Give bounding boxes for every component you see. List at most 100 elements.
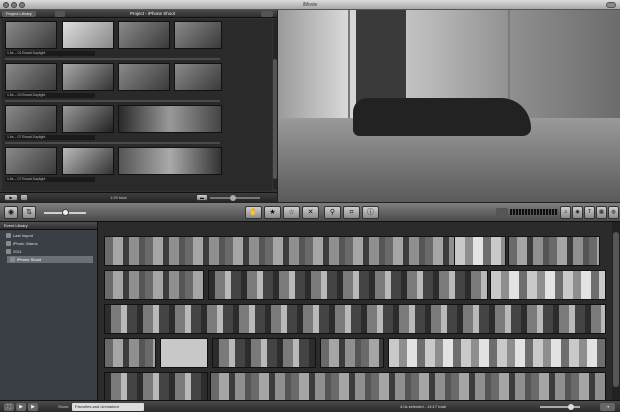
event-scroll-thumb[interactable] <box>613 232 619 387</box>
project-clip-thumbnail[interactable] <box>118 105 222 133</box>
clip-filmstrip[interactable] <box>212 338 316 368</box>
event-library-header: Event Library <box>0 222 97 230</box>
event-item-last-import[interactable]: Last Import <box>3 232 93 239</box>
swap-icon[interactable]: ⇅ <box>22 206 36 219</box>
project-total-duration: 1:29 total <box>110 195 127 200</box>
clip-divider <box>5 142 220 144</box>
iphoto-icon <box>6 241 11 246</box>
clip-duration-label: 1.6s – 07 Broad Daylight <box>5 177 95 182</box>
project-clip-row[interactable]: 1.6s – 03 Broad Daylight <box>2 63 272 105</box>
thumbnail-knob[interactable] <box>568 404 574 410</box>
clip-row[interactable] <box>98 338 612 368</box>
project-clip-thumbnail[interactable] <box>174 63 222 91</box>
clip-divider <box>5 58 220 60</box>
project-toggle-button[interactable] <box>261 11 273 17</box>
event-item-2011[interactable]: 2011 <box>3 248 93 255</box>
project-clip-thumbnail[interactable] <box>174 21 222 49</box>
hand-icon[interactable]: ✋ <box>245 206 262 219</box>
clip-size-knob[interactable] <box>62 209 69 216</box>
event-browser[interactable] <box>97 222 612 400</box>
project-pane: Project Library Project - iPhone Shoot 1… <box>0 10 277 202</box>
clip-duration-label: 1.6s – 01 Broad Daylight <box>5 51 95 56</box>
voiceover-icon[interactable] <box>496 208 508 217</box>
edit-tools: ✋ ★ ☆ ✕ ⚲ ⌗ ⓘ <box>245 206 379 219</box>
video-viewer[interactable] <box>278 10 620 202</box>
project-clip-thumbnail[interactable] <box>118 21 170 49</box>
clip-row[interactable] <box>98 270 612 300</box>
music-icon[interactable]: ♫ <box>560 206 571 219</box>
adjust-button[interactable]: ⇥ <box>600 403 615 411</box>
project-scrollbar[interactable] <box>273 19 277 189</box>
project-clip-thumbnail[interactable] <box>62 63 114 91</box>
project-clip-row[interactable]: 1.6s – 07 Broad Daylight <box>2 105 272 147</box>
fullscreen-icon[interactable] <box>606 2 616 8</box>
project-clip-thumbnail[interactable] <box>5 147 57 175</box>
project-storyboard[interactable]: 1.6s – 01 Broad Daylight 1.6s – 03 Broad… <box>2 19 272 191</box>
clip-filmstrip[interactable] <box>320 338 384 368</box>
event-item-iphone-shoot[interactable]: iPhone Shoot <box>7 256 93 263</box>
transition-icon[interactable]: ▦ <box>596 206 607 219</box>
clip-filmstrip[interactable] <box>490 270 606 300</box>
clip-filmstrip[interactable] <box>104 236 456 266</box>
clip-filmstrip[interactable] <box>104 372 208 400</box>
event-library: Event Library Last Import iPhoto Videos … <box>0 222 97 400</box>
reject-icon[interactable]: ✕ <box>302 206 319 219</box>
project-clip-row[interactable]: 1.6s – 01 Broad Daylight <box>2 21 272 63</box>
keyword-icon[interactable]: ⚲ <box>324 206 341 219</box>
clip-filmstrip[interactable] <box>160 338 208 368</box>
audio-waveform-icon[interactable]: ▬ <box>196 194 208 201</box>
project-clip-row[interactable]: 1.6s – 07 Broad Daylight <box>2 147 272 189</box>
title-bar: iMovie <box>0 0 620 10</box>
clip-filmstrip[interactable] <box>210 372 606 400</box>
crop-icon[interactable]: ⌗ <box>343 206 360 219</box>
clip-filmstrip[interactable] <box>104 304 606 334</box>
event-label: iPhone Shoot <box>17 257 42 262</box>
window-title: iMovie <box>302 2 318 8</box>
project-scroll-thumb[interactable] <box>273 59 277 179</box>
camera-icon[interactable]: ◉ <box>4 206 18 219</box>
project-clip-thumbnail[interactable] <box>118 147 222 175</box>
disclosure-icon[interactable] <box>6 249 11 254</box>
clip-filmstrip[interactable] <box>454 236 506 266</box>
project-clip-thumbnail[interactable] <box>5 21 57 49</box>
star-icon[interactable]: ★ <box>264 206 281 219</box>
photo-icon[interactable]: ◉ <box>572 206 583 219</box>
audio-level-meter <box>510 209 558 215</box>
info-icon[interactable]: ⓘ <box>362 206 379 219</box>
play-project-icon[interactable]: ▶ <box>4 194 18 201</box>
clip-filmstrip[interactable] <box>104 338 156 368</box>
clip-row[interactable] <box>98 236 612 266</box>
project-clip-thumbnail[interactable] <box>62 105 114 133</box>
clip-filmstrip[interactable] <box>388 338 606 368</box>
clip-filmstrip[interactable] <box>508 236 600 266</box>
project-clip-thumbnail[interactable] <box>62 147 114 175</box>
project-footer: ▶ ⛶ 1:29 total ▬ <box>0 192 277 202</box>
event-item-iphoto[interactable]: iPhoto Videos <box>3 240 93 247</box>
clip-duration-label: 1.6s – 07 Broad Daylight <box>5 135 95 140</box>
play-fullscreen-icon[interactable]: ⛶ <box>4 403 14 411</box>
clip-row[interactable] <box>98 372 612 400</box>
clip-row[interactable] <box>98 304 612 334</box>
wall-panel-line <box>348 10 350 118</box>
clip-filmstrip[interactable] <box>208 270 488 300</box>
star-outline-icon[interactable]: ☆ <box>283 206 300 219</box>
play-event-icon[interactable]: ▶ <box>28 403 38 411</box>
project-clip-thumbnail[interactable] <box>62 21 114 49</box>
thumbnail-slider[interactable] <box>540 406 580 408</box>
event-label: iPhoto Videos <box>13 241 38 246</box>
project-clip-thumbnail[interactable] <box>5 105 57 133</box>
project-clip-thumbnail[interactable] <box>118 63 170 91</box>
map-icon[interactable]: ◍ <box>608 206 619 219</box>
project-zoom-knob[interactable] <box>230 195 236 201</box>
event-scrollbar[interactable] <box>612 222 620 400</box>
project-clip-thumbnail[interactable] <box>5 63 57 91</box>
title-icon[interactable]: T <box>584 206 595 219</box>
fullscreen-play-icon[interactable]: ⛶ <box>20 194 28 201</box>
list-view-icon[interactable] <box>55 11 65 17</box>
show-filter-select[interactable]: Favorites and Unmarked <box>72 403 144 411</box>
play-icon[interactable]: ▶ <box>16 403 26 411</box>
viewer-leg <box>356 10 406 105</box>
event-icon <box>10 257 15 262</box>
clip-filmstrip[interactable] <box>104 270 204 300</box>
project-library-tab[interactable]: Project Library <box>2 11 36 17</box>
